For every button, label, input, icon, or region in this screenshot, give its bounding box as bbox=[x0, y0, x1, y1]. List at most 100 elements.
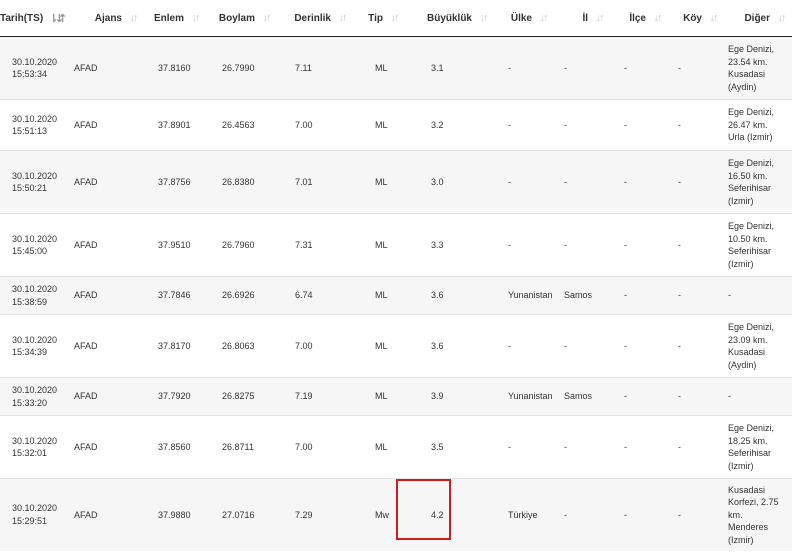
cell-ajans: AFAD bbox=[64, 415, 144, 479]
time-text: 15:51:13 bbox=[12, 126, 48, 136]
cell-boylam: 26.7990 bbox=[206, 36, 277, 100]
diger-line: - bbox=[728, 391, 731, 402]
sort-icon: ↓↑ bbox=[777, 12, 787, 24]
diger-line: Ege Denizi, bbox=[728, 158, 775, 168]
header-label: Derinlik bbox=[294, 12, 331, 24]
cell-boylam: 26.7960 bbox=[206, 213, 277, 277]
table-row[interactable]: 30.10.2020 15:29:51 AFAD 37.9880 27.0716 7.29… bbox=[0, 478, 792, 551]
date-text: 30.10.2020 bbox=[12, 503, 58, 514]
cell-ulke: - bbox=[494, 213, 554, 277]
diger-line: Ege Denizi, bbox=[728, 423, 775, 433]
cell-boylam: 26.4563 bbox=[206, 99, 277, 151]
header-label: İlçe bbox=[629, 12, 646, 24]
diger-line: 10.50 km. bbox=[728, 233, 768, 244]
col-header-ajans[interactable]: Ajans ↓↑ bbox=[64, 0, 144, 37]
col-header-boylam[interactable]: Boylam ↓↑ bbox=[206, 0, 277, 37]
header-label: Ülke bbox=[510, 12, 532, 24]
table-row[interactable]: 30.10.2020 15:45:00 AFAD 37.9510 26.7960 7.31… bbox=[0, 213, 792, 277]
cell-date-time: 30.10.2020 15:45:00 bbox=[0, 213, 64, 277]
diger-line: km. bbox=[728, 509, 743, 520]
cell-tip: Mw bbox=[353, 478, 405, 551]
diger-line: Menderes bbox=[728, 522, 769, 532]
col-header-tarih[interactable]: Tarih(TS) ⇂⇵ bbox=[0, 0, 66, 37]
diger-line: Seferihisar bbox=[728, 246, 772, 256]
cell-il: - bbox=[554, 314, 610, 378]
date-text: 30.10.2020 bbox=[12, 334, 58, 345]
table-row[interactable]: 30.10.2020 15:32:01 AFAD 37.8560 26.8711 7.00… bbox=[0, 415, 792, 479]
cell-diger: Ege Denizi, 18.25 km. Seferihisar (Izmir) bbox=[724, 415, 792, 479]
cell-derinlik: 7.31 bbox=[277, 213, 353, 277]
cell-enlem: 37.9510 bbox=[144, 213, 206, 277]
cell-diger: - bbox=[724, 377, 792, 416]
diger-line: Ege Denizi, bbox=[728, 107, 775, 118]
cell-ajans: AFAD bbox=[64, 478, 144, 551]
cell-enlem: 37.9880 bbox=[144, 478, 206, 551]
cell-ilce: - bbox=[610, 36, 668, 100]
header-label: Ajans bbox=[94, 12, 122, 24]
col-header-enlem[interactable]: Enlem ↓↑ bbox=[144, 0, 206, 37]
cell-derinlik: 7.29 bbox=[277, 478, 353, 551]
cell-il: - bbox=[554, 478, 610, 551]
time-text: 15:45:00 bbox=[12, 246, 48, 256]
cell-tip: ML bbox=[353, 99, 405, 151]
diger-line: (Izmir) bbox=[728, 460, 754, 471]
cell-buyukluk: 3.5 bbox=[405, 415, 494, 479]
cell-tip: ML bbox=[353, 276, 405, 315]
table-row[interactable]: 30.10.2020 15:38:59 AFAD 37.7846 26.6926 6.74… bbox=[0, 276, 792, 315]
cell-enlem: 37.8901 bbox=[144, 99, 206, 151]
cell-il: - bbox=[554, 36, 610, 100]
col-header-ulke[interactable]: Ülke ↓↑ bbox=[494, 0, 554, 37]
cell-diger: - bbox=[724, 276, 792, 315]
header-label: Tip bbox=[368, 12, 383, 24]
diger-line: Kusadasi bbox=[728, 69, 766, 79]
cell-koy: - bbox=[668, 36, 724, 100]
cell-derinlik: 6.74 bbox=[277, 276, 353, 315]
cell-enlem: 37.8160 bbox=[144, 36, 206, 100]
col-header-il[interactable]: İl ↓↑ bbox=[554, 0, 610, 37]
table-row[interactable]: 30.10.2020 15:33:20 AFAD 37.7920 26.8275 7.19… bbox=[0, 377, 792, 416]
date-text: 30.10.2020 bbox=[12, 385, 58, 395]
diger-line: Ege Denizi, bbox=[728, 44, 775, 54]
col-header-diger[interactable]: Diğer ↓↑ bbox=[724, 0, 792, 37]
table-row[interactable]: 30.10.2020 15:50:21 AFAD 37.8756 26.8380 7.01… bbox=[0, 150, 792, 214]
cell-date-time: 30.10.2020 15:34:39 bbox=[0, 314, 64, 378]
diger-line: Ege Denizi, bbox=[728, 221, 775, 231]
cell-ajans: AFAD bbox=[64, 314, 144, 378]
col-header-tip[interactable]: Tip ↓↑ bbox=[353, 0, 405, 37]
cell-diger: Ege Denizi, 26.47 km. Urla (Izmir) bbox=[724, 99, 792, 151]
diger-line: Kusadasi bbox=[728, 347, 766, 357]
cell-diger: Ege Denizi, 10.50 km. Seferihisar (Izmir) bbox=[724, 213, 792, 277]
col-header-koy[interactable]: Köy ↓↑ bbox=[668, 0, 724, 37]
cell-diger: Ege Denizi, 23.09 km. Kusadasi (Aydin) bbox=[724, 314, 792, 378]
cell-derinlik: 7.11 bbox=[277, 36, 353, 100]
cell-derinlik: 7.00 bbox=[277, 314, 353, 378]
diger-line: (Izmir) bbox=[728, 195, 754, 206]
cell-boylam: 26.8275 bbox=[206, 377, 277, 416]
cell-ilce: - bbox=[610, 415, 668, 479]
col-header-ilce[interactable]: İlçe ↓↑ bbox=[610, 0, 668, 37]
cell-ilce: - bbox=[610, 314, 668, 378]
col-header-derinlik[interactable]: Derinlik ↓↑ bbox=[277, 0, 353, 37]
sort-icon: ↓↑ bbox=[338, 12, 348, 24]
table-row[interactable]: 30.10.2020 15:34:39 AFAD 37.8170 26.8063 7.00… bbox=[0, 314, 792, 378]
header-label: Diğer bbox=[744, 12, 770, 24]
table-row[interactable]: 30.10.2020 15:53:34 AFAD 37.8160 26.7990 7.11… bbox=[0, 36, 792, 100]
cell-ulke: - bbox=[494, 150, 554, 214]
time-text: 15:38:59 bbox=[12, 296, 48, 307]
col-header-buyukluk[interactable]: Büyüklük ↓↑ bbox=[405, 0, 494, 37]
cell-buyukluk: 3.0 bbox=[405, 150, 494, 214]
cell-date-time: 30.10.2020 15:53:34 bbox=[0, 36, 64, 100]
diger-line: 26.47 km. bbox=[728, 119, 768, 130]
time-text: 15:50:21 bbox=[12, 183, 48, 193]
cell-ulke: - bbox=[494, 36, 554, 100]
cell-ilce: - bbox=[610, 276, 668, 315]
cell-date-time: 30.10.2020 15:32:01 bbox=[0, 415, 64, 479]
diger-line: 16.50 km. bbox=[728, 170, 768, 181]
cell-date-time: 30.10.2020 15:33:20 bbox=[0, 377, 64, 416]
cell-il: - bbox=[554, 213, 610, 277]
table-row[interactable]: 30.10.2020 15:51:13 AFAD 37.8901 26.4563 7.00… bbox=[0, 99, 792, 151]
header-label: Enlem bbox=[153, 12, 184, 24]
cell-tip: ML bbox=[353, 377, 405, 416]
sort-icon: ↓↑ bbox=[129, 12, 139, 24]
cell-enlem: 37.7846 bbox=[144, 276, 206, 315]
